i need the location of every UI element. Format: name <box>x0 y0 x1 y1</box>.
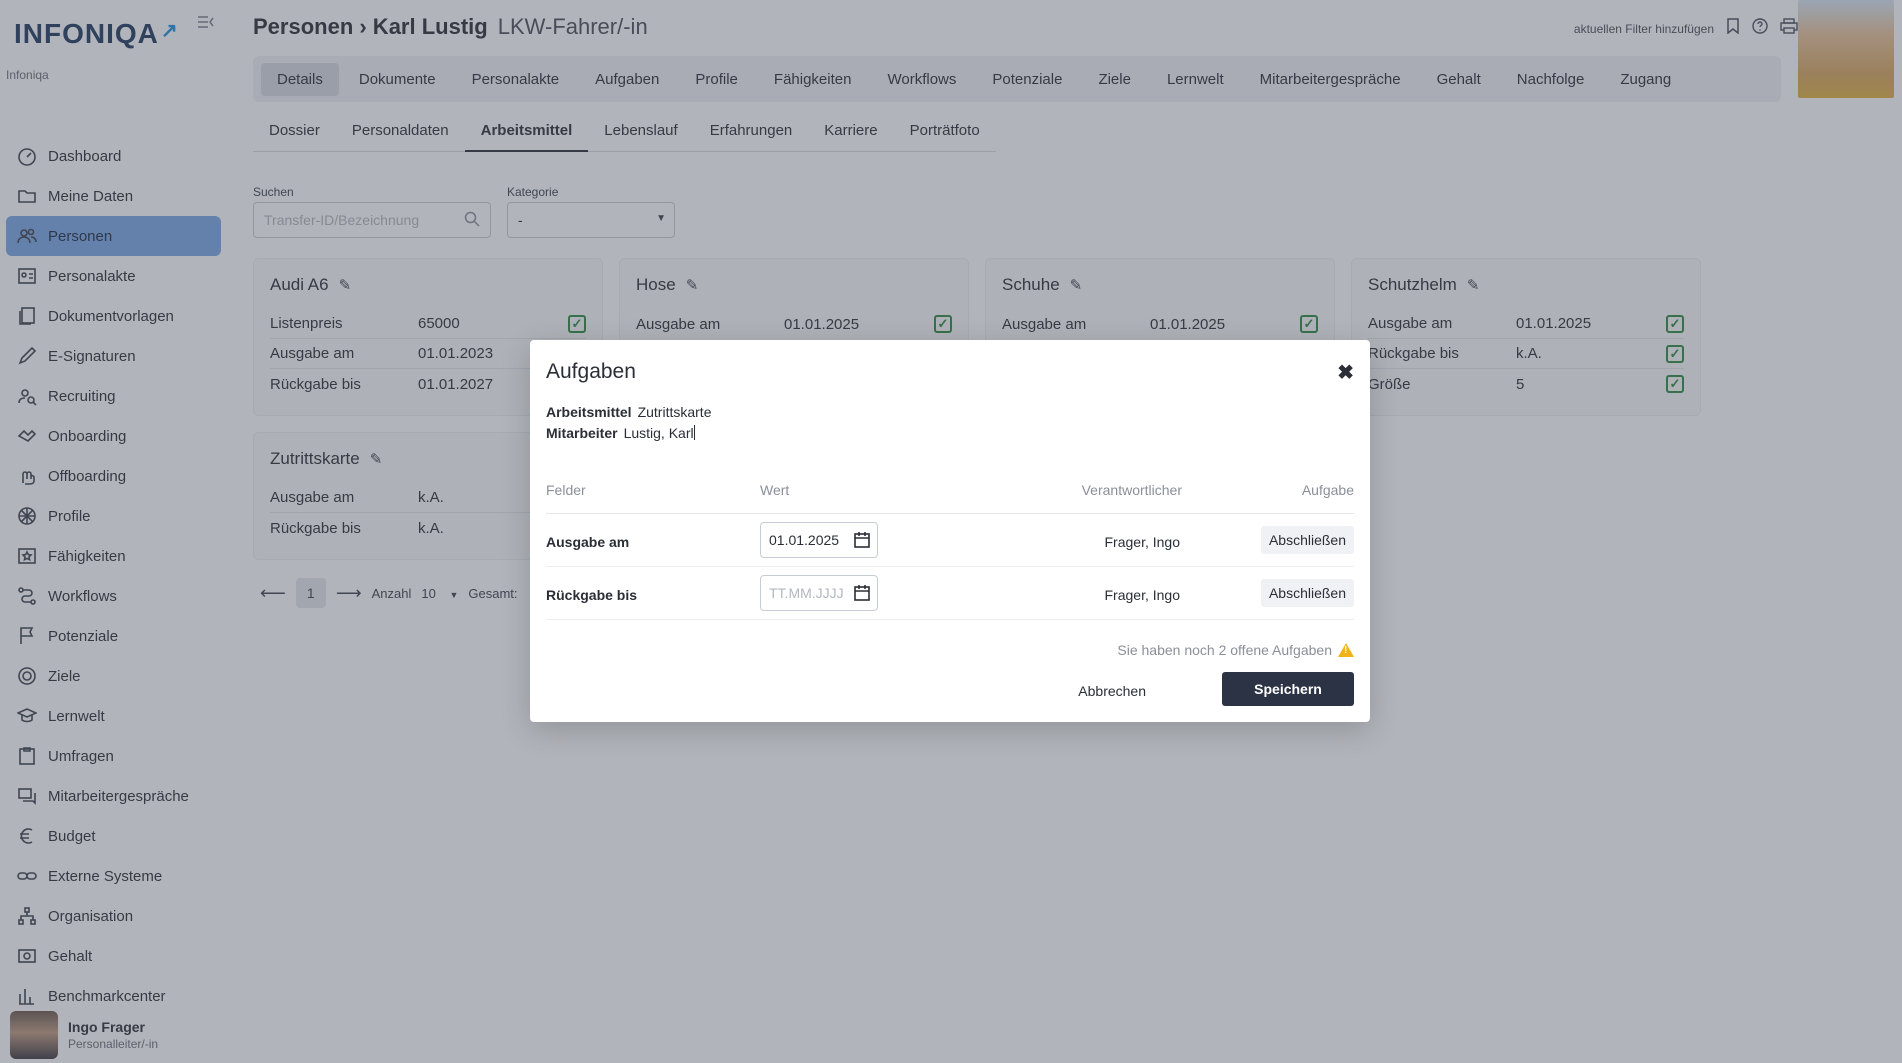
text-cursor <box>693 425 695 440</box>
mitarbeiter-label: Mitarbeiter <box>546 425 618 441</box>
table-row: Rückgabe bis Frager, Ingo Abschließen <box>546 567 1354 620</box>
column-header: Aufgabe <box>1301 482 1354 498</box>
table-row: Ausgabe am Frager, Ingo Abschließen <box>546 514 1354 567</box>
arbeitsmittel-label: Arbeitsmittel <box>546 404 632 420</box>
tasks-dialog: Aufgaben ✖ Arbeitsmittel Zutrittskarte Mi… <box>530 340 1370 722</box>
complete-task-button[interactable]: Abschließen <box>1260 579 1354 607</box>
dialog-title: Aufgaben <box>546 360 636 383</box>
save-button[interactable]: Speichern <box>1222 672 1354 706</box>
rueckgabe-date-input[interactable] <box>761 576 847 610</box>
field-name: Rückgabe bis <box>546 587 638 603</box>
close-icon[interactable]: ✖ <box>1337 360 1354 385</box>
employee-meta: Mitarbeiter Lustig, Karl <box>546 425 695 441</box>
ausgabe-date-input[interactable] <box>761 523 847 557</box>
table-header: Felder Wert Verantwortlicher Aufgabe <box>546 482 1354 514</box>
complete-task-button[interactable]: Abschließen <box>1260 526 1354 554</box>
open-tasks-text: Sie haben noch 2 offene Aufgaben <box>1117 642 1332 658</box>
date-field <box>760 575 878 611</box>
field-name: Ausgabe am <box>546 534 630 550</box>
column-header: Felder <box>546 482 586 498</box>
cancel-button[interactable]: Abbrechen <box>1064 674 1160 708</box>
column-header: Verantwortlicher <box>1081 482 1182 498</box>
date-field <box>760 522 878 558</box>
mitarbeiter-value: Lustig, Karl <box>623 425 694 441</box>
column-header: Wert <box>760 482 790 498</box>
equipment-meta: Arbeitsmittel Zutrittskarte <box>546 404 711 420</box>
arbeitsmittel-value: Zutrittskarte <box>637 404 712 420</box>
responsible-person: Frager, Ingo <box>1104 534 1181 550</box>
calendar-icon[interactable] <box>853 584 871 602</box>
warning-icon: ! <box>1338 643 1354 657</box>
open-tasks-notice: Sie haben noch 2 offene Aufgaben ! <box>1117 642 1354 658</box>
responsible-person: Frager, Ingo <box>1104 587 1181 603</box>
calendar-icon[interactable] <box>853 531 871 549</box>
